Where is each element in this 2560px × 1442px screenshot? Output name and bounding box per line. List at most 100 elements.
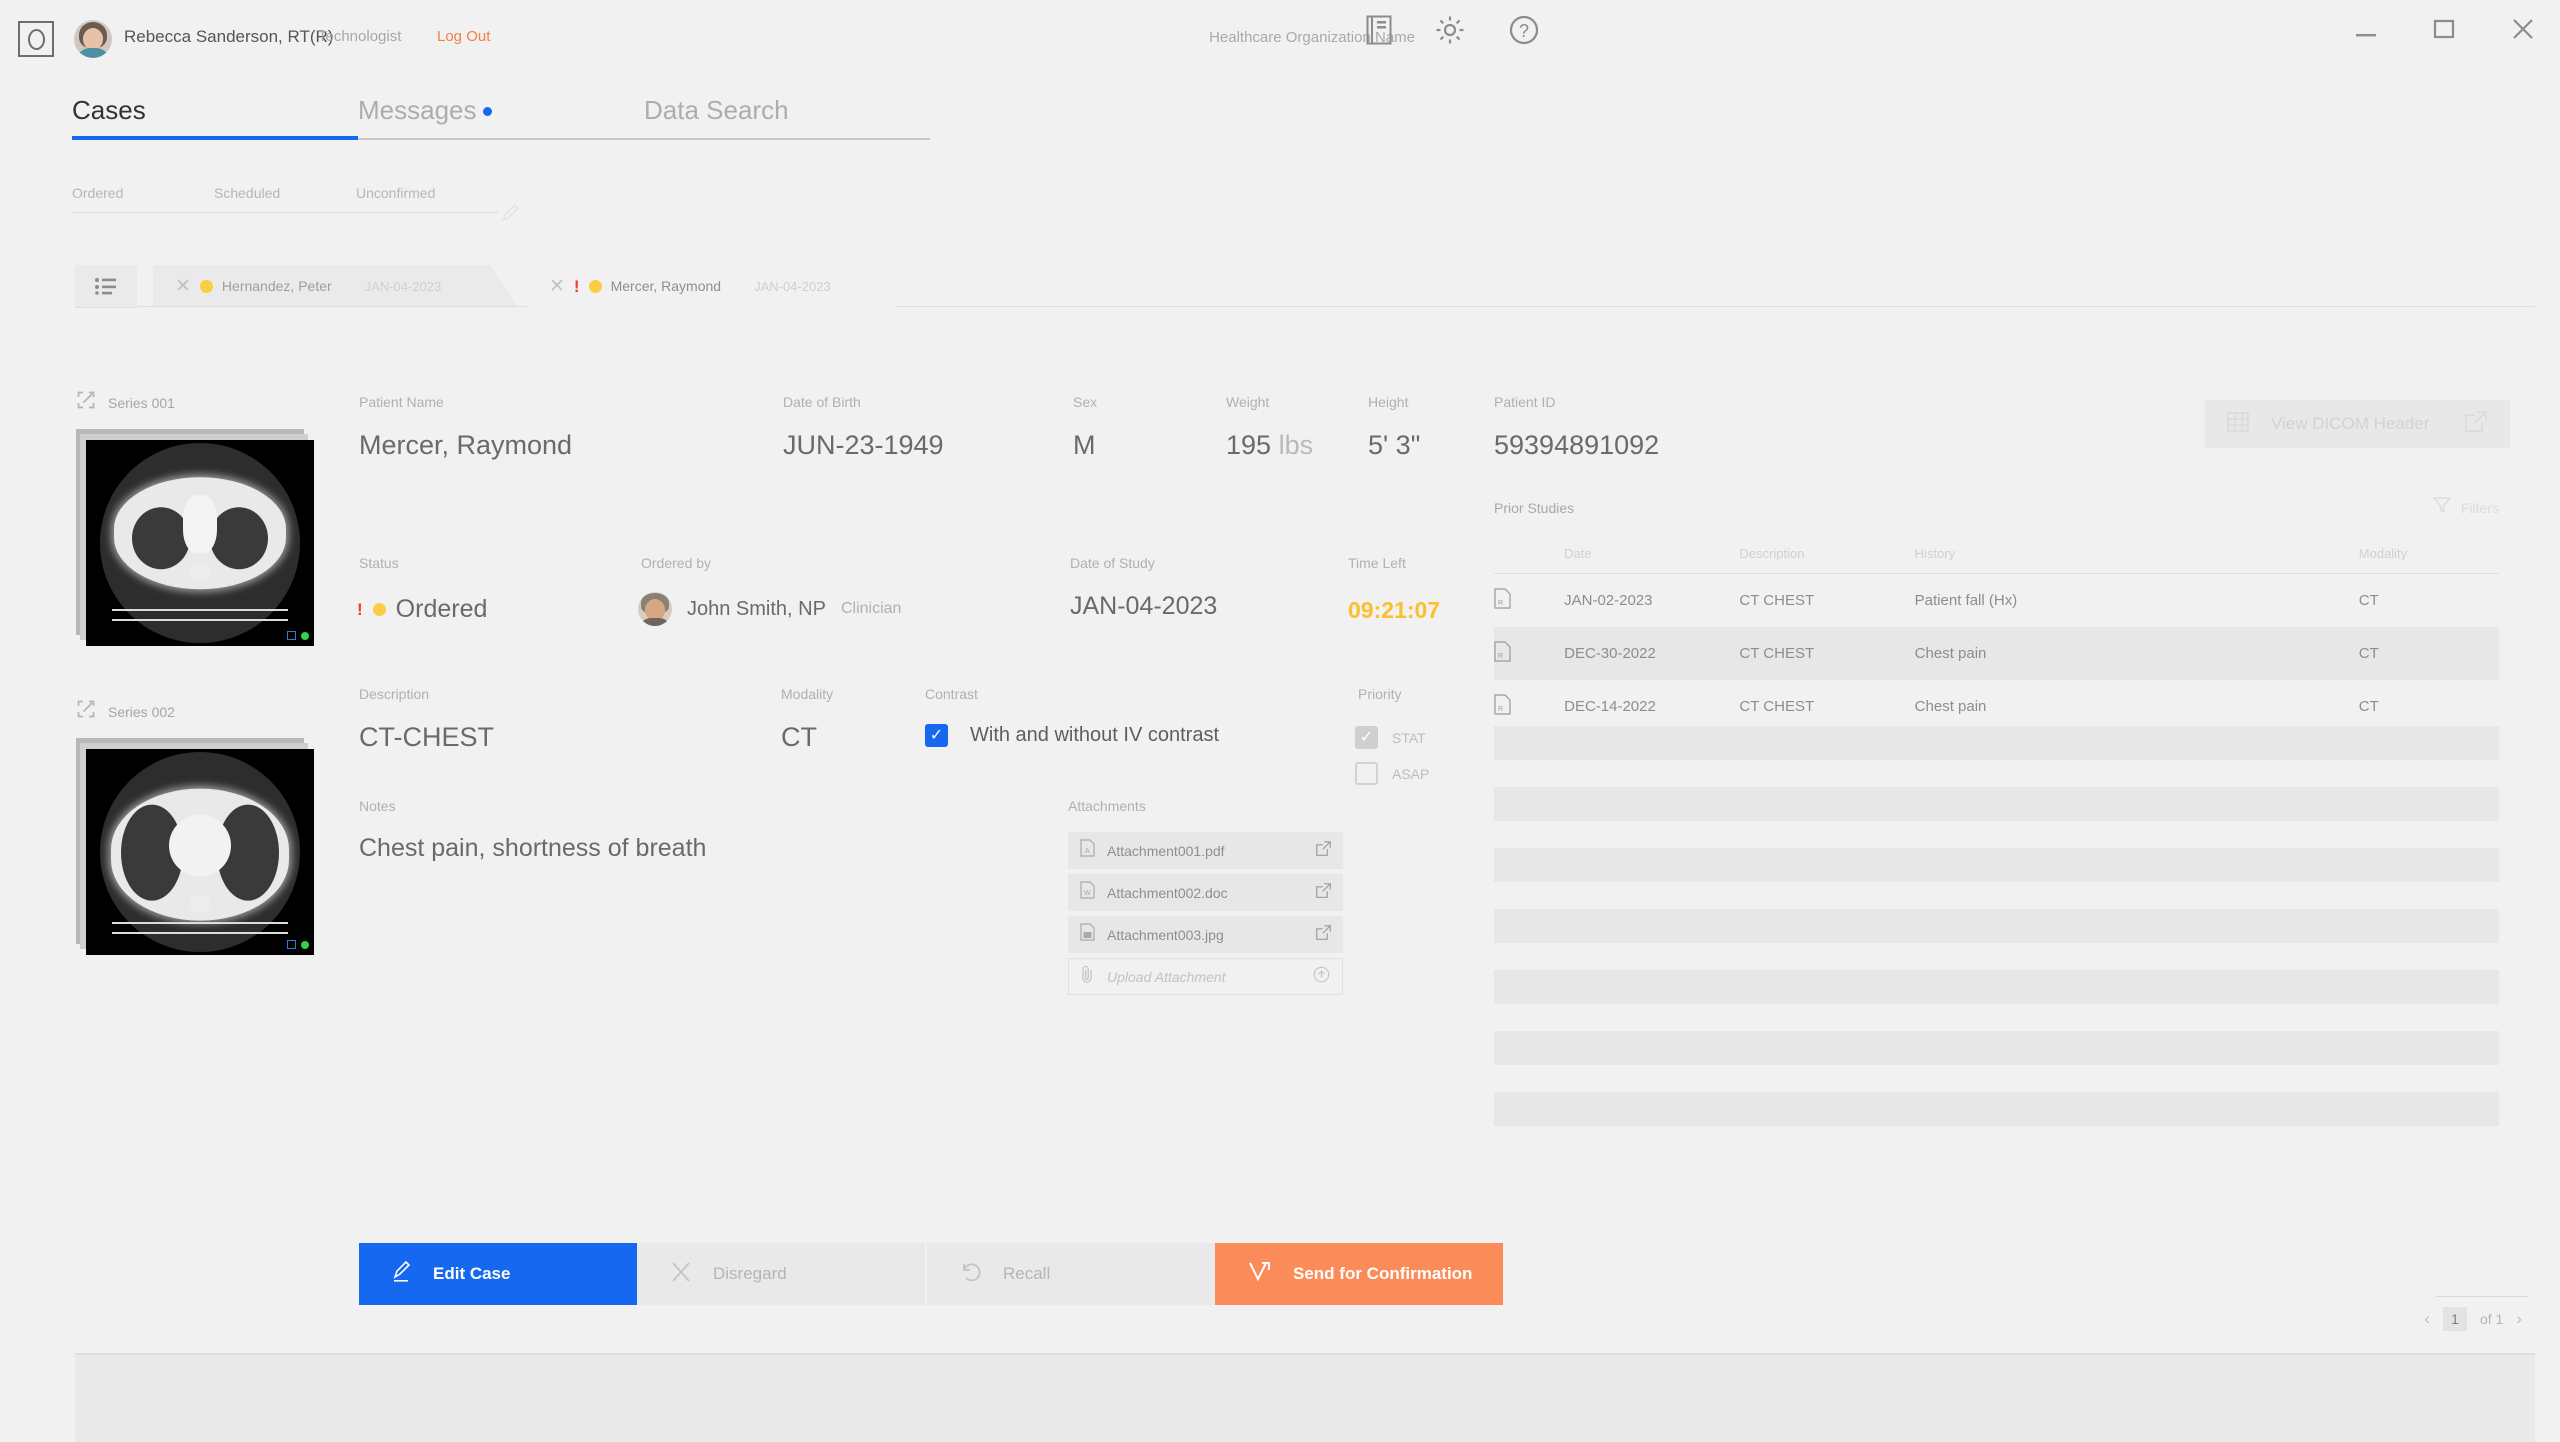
sex-value: M [1073, 430, 1096, 460]
asap-checkbox[interactable] [1355, 762, 1378, 785]
sub-tab-bar: Ordered Scheduled Unconfirmed [72, 185, 498, 213]
series-item-001[interactable]: Series 001 [76, 390, 326, 647]
col-description: Description [1739, 546, 1805, 561]
attachment-row[interactable]: Attachment003.jpg [1068, 916, 1343, 953]
disregard-label: Disregard [713, 1264, 787, 1283]
user-role: Technologist [318, 28, 402, 45]
attachment-name: Attachment002.doc [1107, 884, 1228, 901]
upload-icon[interactable] [1313, 966, 1330, 988]
description-value: CT-CHEST [359, 722, 494, 752]
case-tab-mercer[interactable]: ✕ ! Mercer, Raymond JAN-04-2023 [527, 265, 897, 307]
view-dicom-header-button[interactable]: View DICOM Header [2205, 400, 2510, 448]
attachment-name: Attachment003.jpg [1107, 926, 1224, 943]
thumbnail-status-dot [301, 941, 309, 949]
notes-label: Notes [359, 798, 396, 814]
undo-icon [959, 1260, 983, 1289]
contrast-value[interactable]: ✓ With and without IV contrast [925, 724, 1219, 747]
sex-label: Sex [1073, 394, 1098, 410]
open-attachment-icon[interactable] [1316, 924, 1331, 945]
edit-pencil-icon[interactable] [500, 203, 520, 228]
recall-label: Recall [1003, 1264, 1051, 1283]
placeholder-row [1494, 909, 2499, 943]
filters-button[interactable]: Filters [2432, 497, 2499, 518]
placeholder-row [1494, 726, 2499, 760]
contrast-checkbox[interactable]: ✓ [925, 724, 948, 747]
maximize-icon[interactable] [2430, 15, 2458, 48]
attachments-label: Attachments [1068, 798, 1146, 814]
table-row[interactable]: R DEC-30-2022 CT CHEST Chest pain CT [1494, 627, 2499, 680]
close-icon[interactable] [2508, 14, 2538, 49]
priority-option-asap[interactable]: ASAP [1355, 762, 1429, 785]
table-header-row: Date Description History Modality [1494, 546, 2499, 574]
placeholder-row [1494, 848, 2499, 882]
send-for-confirmation-button[interactable]: Send for Confirmation [1215, 1243, 1503, 1305]
upload-attachment-row[interactable]: Upload Attachment [1068, 958, 1343, 995]
pagination-next[interactable]: › [2516, 1309, 2522, 1329]
report-icon[interactable]: R [1494, 627, 1564, 680]
send-for-confirmation-label: Send for Confirmation [1293, 1264, 1473, 1283]
tab-messages[interactable]: Messages [358, 95, 644, 140]
pagination-current-page[interactable]: 1 [2442, 1307, 2467, 1331]
table-row[interactable]: R JAN-02-2023 CT CHEST Patient fall (Hx)… [1494, 574, 2499, 628]
status-text: Ordered [395, 595, 488, 623]
sub-tab-unconfirmed[interactable]: Unconfirmed [356, 185, 498, 213]
contrast-text: With and without IV contrast [970, 724, 1220, 746]
tab-data-search[interactable]: Data Search [644, 95, 930, 140]
action-button-bar: Edit Case Disregard Recall Send for Conf… [359, 1243, 1503, 1305]
sub-tab-ordered[interactable]: Ordered [72, 185, 214, 213]
main-tab-bar: Cases Messages Data Search [72, 95, 930, 140]
thumbnail-marker-icon [287, 940, 296, 949]
case-tab-name: Hernandez, Peter [221, 278, 332, 294]
cell-date: JAN-02-2023 [1564, 592, 1653, 609]
tab-cases[interactable]: Cases [72, 95, 358, 140]
logout-button[interactable]: Log Out [437, 28, 490, 45]
date-of-study-value: JAN-04-2023 [1070, 592, 1218, 620]
minimize-icon[interactable] [2352, 15, 2380, 48]
series-label: Series 001 [108, 394, 175, 411]
case-status-dot [588, 279, 602, 293]
series-thumbnail[interactable] [86, 440, 314, 646]
cell-modality: CT [2358, 645, 2379, 662]
case-tab-date: JAN-04-2023 [364, 278, 442, 294]
case-tab-close-icon[interactable]: ✕ [175, 277, 191, 296]
sub-tab-unconfirmed-label: Unconfirmed [356, 185, 436, 201]
series-panel: Series 001 Series 002 [76, 390, 326, 1008]
recall-button[interactable]: Recall [927, 1243, 1215, 1305]
user-name: Rebecca Sanderson, RT(R) [124, 27, 334, 46]
filter-icon [2432, 497, 2452, 518]
priority-option-stat[interactable]: ✓ STAT [1355, 726, 1426, 749]
priority-label: Priority [1358, 686, 1402, 702]
pagination-prev[interactable]: ‹ [2424, 1309, 2430, 1329]
gear-icon[interactable] [1434, 14, 1466, 46]
app-logo-icon[interactable] [18, 21, 54, 57]
attachment-row[interactable]: W Attachment002.doc [1068, 874, 1343, 911]
series-item-002[interactable]: Series 002 [76, 699, 326, 956]
case-tab-name: Mercer, Raymond [610, 278, 722, 294]
sub-tab-ordered-underline [72, 212, 214, 213]
series-thumbnail[interactable] [86, 749, 314, 955]
open-attachment-icon[interactable] [1316, 840, 1331, 861]
help-icon[interactable]: ? [1508, 14, 1540, 46]
disregard-button[interactable]: Disregard [637, 1243, 925, 1305]
attachment-row[interactable]: A Attachment001.pdf [1068, 832, 1343, 869]
expand-icon[interactable] [76, 390, 96, 415]
prior-studies-title: Prior Studies [1494, 499, 1575, 516]
urgent-icon: ! [573, 276, 580, 296]
case-tab-close-icon[interactable]: ✕ [549, 277, 565, 296]
cell-date: DEC-30-2022 [1564, 645, 1656, 662]
cell-history: Chest pain [1914, 645, 1987, 662]
open-attachment-icon[interactable] [1316, 882, 1331, 903]
placeholder-row [1494, 970, 2499, 1004]
stat-checkbox[interactable]: ✓ [1355, 726, 1378, 749]
case-list-button[interactable] [75, 265, 137, 308]
edit-case-button[interactable]: Edit Case [359, 1243, 637, 1305]
placeholder-row [1494, 1092, 2499, 1126]
sub-tab-scheduled-label: Scheduled [214, 185, 281, 201]
document-icon[interactable] [1366, 15, 1392, 45]
sub-tab-scheduled[interactable]: Scheduled [214, 185, 356, 213]
case-tab-hernandez[interactable]: ✕ Hernandez, Peter JAN-04-2023 [153, 265, 518, 307]
modality-value: CT [781, 722, 817, 752]
expand-icon[interactable] [76, 699, 96, 724]
clinician-name: John Smith, NP [687, 597, 826, 620]
report-icon[interactable]: R [1494, 574, 1564, 628]
